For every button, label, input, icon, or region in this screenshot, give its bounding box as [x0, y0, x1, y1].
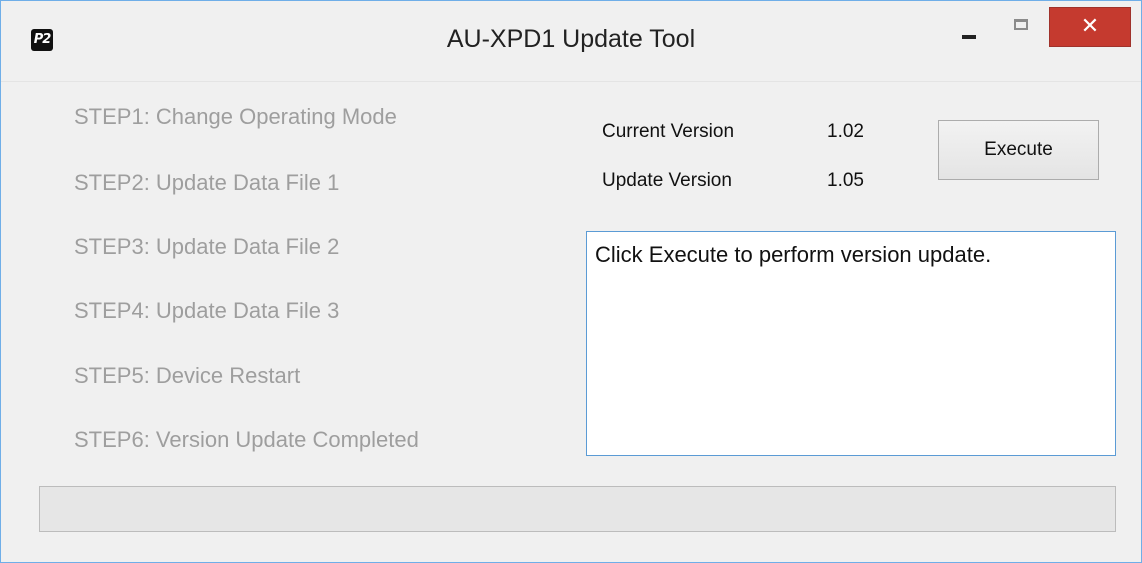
- step-6-label: STEP6: Version Update Completed: [74, 427, 419, 452]
- client-area: STEP1: Change Operating Mode STEP2: Upda…: [1, 82, 1141, 562]
- step-3-label: STEP3: Update Data File 2: [74, 234, 340, 259]
- minimize-button[interactable]: [949, 9, 989, 43]
- update-tool-window: P2 AU-XPD1 Update Tool ✕ STEP1: Change O…: [0, 0, 1142, 563]
- step-2-label: STEP2: Update Data File 1: [74, 170, 340, 195]
- close-button[interactable]: ✕: [1049, 7, 1131, 47]
- title-bar[interactable]: P2 AU-XPD1 Update Tool ✕: [1, 1, 1141, 82]
- maximize-button[interactable]: [1001, 9, 1041, 43]
- current-version-value: 1.02: [827, 121, 864, 142]
- status-message-box[interactable]: Click Execute to perform version update.: [586, 231, 1116, 456]
- update-version-label: Update Version: [602, 170, 732, 191]
- update-version-value: 1.05: [827, 170, 864, 191]
- status-message-text: Click Execute to perform version update.: [595, 242, 992, 267]
- current-version-label: Current Version: [602, 121, 735, 142]
- execute-button[interactable]: Execute: [938, 120, 1099, 180]
- step-4-label: STEP4: Update Data File 3: [74, 298, 340, 323]
- step-1-label: STEP1: Change Operating Mode: [74, 104, 397, 129]
- update-progress-bar: [39, 486, 1116, 532]
- step-5-label: STEP5: Device Restart: [74, 363, 301, 388]
- close-icon: ✕: [1080, 13, 1100, 38]
